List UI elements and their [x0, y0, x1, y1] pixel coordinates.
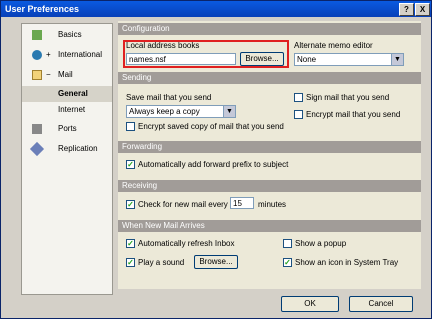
cancel-button[interactable]: Cancel [349, 296, 413, 312]
sidebar-item-label: Ports [58, 124, 77, 133]
sidebar-item-label: Internet [58, 105, 86, 114]
globe-icon [32, 50, 42, 60]
sidebar-item-label: General [58, 89, 88, 98]
check-mail-checkbox[interactable]: ✓ [126, 200, 135, 209]
user-preferences-window: User Preferences ? X Basics + Internatio… [0, 0, 432, 319]
auto-refresh-label: Automatically refresh Inbox [138, 239, 235, 248]
sound-browse-button[interactable]: Browse... [194, 255, 238, 269]
minutes-label: minutes [258, 200, 287, 209]
sidebar-item-mail-general[interactable]: General [22, 86, 112, 102]
section-header-receiving: Receiving [118, 180, 421, 192]
show-popup-label: Show a popup [295, 239, 347, 248]
auto-refresh-checkbox[interactable]: ✓ [126, 239, 135, 248]
sidebar-item-international[interactable]: + International [22, 46, 112, 64]
play-sound-checkbox[interactable]: ✓ [126, 258, 135, 267]
forward-prefix-label: Automatically add forward prefix to subj… [138, 160, 289, 169]
save-mail-value: Always keep a copy [129, 107, 200, 116]
system-tray-label: Show an icon in System Tray [295, 258, 399, 267]
encrypt-saved-checkbox[interactable] [126, 122, 135, 131]
memo-editor-select[interactable]: None ▼ [294, 53, 404, 66]
sign-mail-label: Sign mail that you send [306, 93, 390, 102]
help-button[interactable]: ? [399, 3, 414, 16]
sidebar-item-label: Replication [58, 144, 98, 153]
sidebar-item-basics[interactable]: Basics [22, 26, 112, 44]
highlight-box [123, 40, 289, 68]
sidebar-item-label: International [58, 50, 103, 59]
sidebar-item-replication[interactable]: Replication [22, 140, 112, 158]
ports-icon [32, 124, 42, 134]
chevron-down-icon: ▼ [391, 54, 403, 65]
memo-editor-value: None [297, 55, 317, 64]
encrypt-mail-label: Encrypt mail that you send [306, 110, 401, 119]
show-popup-checkbox[interactable] [283, 239, 292, 248]
memo-editor-label: Alternate memo editor [294, 41, 373, 50]
replication-icon [29, 141, 45, 157]
mail-icon [32, 70, 42, 80]
sidebar-item-mail-internet[interactable]: Internet [22, 102, 112, 118]
ok-button[interactable]: OK [281, 296, 339, 312]
save-mail-select[interactable]: Always keep a copy ▼ [126, 105, 236, 118]
sidebar-item-mail[interactable]: − Mail [22, 66, 112, 84]
collapse-icon[interactable]: − [46, 66, 51, 84]
chevron-down-icon: ▼ [223, 106, 235, 117]
sign-mail-checkbox[interactable] [294, 93, 303, 102]
sidebar-item-ports[interactable]: Ports [22, 120, 112, 138]
title-bar: User Preferences ? X [1, 1, 431, 17]
expander-icon[interactable]: + [46, 46, 51, 64]
system-tray-checkbox[interactable]: ✓ [283, 258, 292, 267]
close-button[interactable]: X [415, 3, 430, 16]
save-mail-label: Save mail that you send [126, 93, 212, 102]
forward-prefix-checkbox[interactable]: ✓ [126, 160, 135, 169]
section-header-configuration: Configuration [118, 23, 421, 35]
sidebar-item-label: Mail [58, 70, 73, 79]
check-interval-input[interactable]: 15 [230, 197, 254, 209]
sidebar-item-label: Basics [58, 30, 82, 39]
basics-icon [32, 30, 42, 40]
section-header-forwarding: Forwarding [118, 141, 421, 153]
window-title: User Preferences [5, 4, 80, 14]
play-sound-label: Play a sound [138, 258, 185, 267]
sidebar: Basics + International − Mail General In… [21, 23, 113, 295]
section-header-new-mail: When New Mail Arrives [118, 220, 421, 232]
encrypt-saved-label: Encrypt saved copy of mail that you send [138, 122, 284, 131]
encrypt-mail-checkbox[interactable] [294, 110, 303, 119]
check-mail-label: Check for new mail every [138, 200, 228, 209]
section-header-sending: Sending [118, 72, 421, 84]
